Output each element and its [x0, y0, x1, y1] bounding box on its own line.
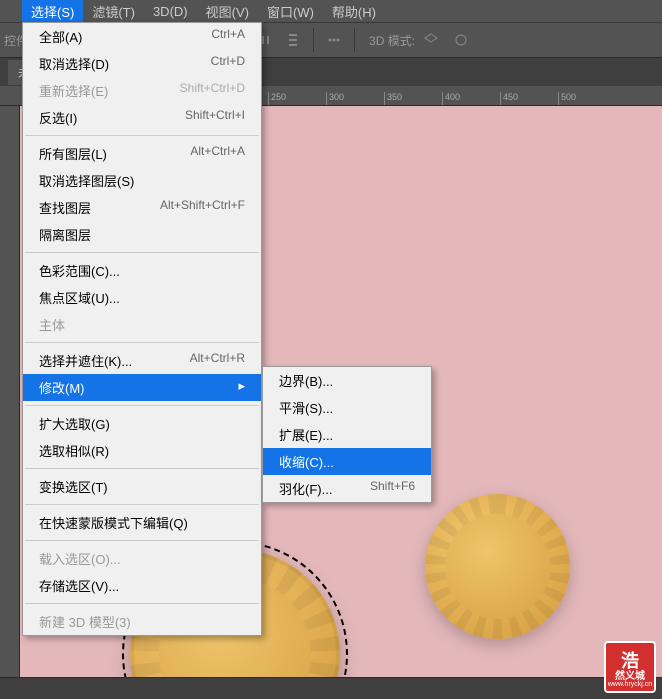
- cookie-small: [425, 494, 570, 639]
- menu-isolate-layers[interactable]: 隔离图层: [23, 221, 261, 248]
- menu-deselect[interactable]: 取消选择(D)Ctrl+D: [23, 50, 261, 77]
- 3d-mode-2-icon[interactable]: [447, 28, 475, 52]
- menu-focus-area[interactable]: 焦点区域(U)...: [23, 284, 261, 311]
- ruler-tick: 450: [500, 92, 518, 106]
- menu-subject: 主体: [23, 311, 261, 338]
- menu-select-mask[interactable]: 选择并遮住(K)...Alt+Ctrl+R: [23, 347, 261, 374]
- ruler-tick: 500: [558, 92, 576, 106]
- menu-reselect: 重新选择(E)Shift+Ctrl+D: [23, 77, 261, 104]
- submenu-contract[interactable]: 收缩(C)...: [263, 448, 431, 475]
- menu-modify[interactable]: 修改(M)▸: [23, 374, 261, 401]
- menu-3d[interactable]: 3D(D): [144, 1, 197, 22]
- ruler-tick: 250: [268, 92, 286, 106]
- menu-quick-mask[interactable]: 在快速蒙版模式下编辑(Q): [23, 509, 261, 536]
- menu-window[interactable]: 窗口(W): [258, 0, 323, 24]
- select-menu-dropdown: 全部(A)Ctrl+A 取消选择(D)Ctrl+D 重新选择(E)Shift+C…: [22, 22, 262, 636]
- submenu-arrow-icon: ▸: [238, 378, 245, 397]
- menubar: 选择(S) 滤镜(T) 3D(D) 视图(V) 窗口(W) 帮助(H): [0, 0, 662, 22]
- menu-inverse[interactable]: 反选(I)Shift+Ctrl+I: [23, 104, 261, 131]
- submenu-expand[interactable]: 扩展(E)...: [263, 421, 431, 448]
- submenu-smooth[interactable]: 平滑(S)...: [263, 394, 431, 421]
- modify-submenu: 边界(B)... 平滑(S)... 扩展(E)... 收缩(C)... 羽化(F…: [262, 366, 432, 503]
- menu-similar[interactable]: 选取相似(R): [23, 437, 261, 464]
- menu-all[interactable]: 全部(A)Ctrl+A: [23, 23, 261, 50]
- distribute-v-icon[interactable]: [279, 28, 307, 52]
- submenu-feather[interactable]: 羽化(F)...Shift+F6: [263, 475, 431, 502]
- ruler-tick: 350: [384, 92, 402, 106]
- submenu-border[interactable]: 边界(B)...: [263, 367, 431, 394]
- ruler-tick: 300: [326, 92, 344, 106]
- menu-load-selection: 载入选区(O)...: [23, 545, 261, 572]
- ruler-vertical: [0, 106, 20, 699]
- menu-view[interactable]: 视图(V): [197, 0, 258, 24]
- menu-find-layers[interactable]: 查找图层Alt+Shift+Ctrl+F: [23, 194, 261, 221]
- menu-filter[interactable]: 滤镜(T): [83, 0, 144, 24]
- menu-grow[interactable]: 扩大选取(G): [23, 410, 261, 437]
- menu-select[interactable]: 选择(S): [22, 0, 83, 24]
- ruler-tick: 400: [442, 92, 460, 106]
- menu-transform-selection[interactable]: 变换选区(T): [23, 473, 261, 500]
- menu-color-range[interactable]: 色彩范围(C)...: [23, 257, 261, 284]
- menu-deselect-layers[interactable]: 取消选择图层(S): [23, 167, 261, 194]
- menu-help[interactable]: 帮助(H): [323, 0, 385, 24]
- watermark-logo: 浩 然义城 www.hryckj.cn: [604, 641, 656, 693]
- 3d-mode-1-icon[interactable]: [417, 28, 445, 52]
- menu-new-3d-model: 新建 3D 模型(3): [23, 608, 261, 635]
- more-options-icon[interactable]: [320, 28, 348, 52]
- statusbar: [0, 677, 662, 699]
- menu-save-selection[interactable]: 存储选区(V)...: [23, 572, 261, 599]
- mode-label: 3D 模式:: [369, 32, 415, 49]
- menu-all-layers[interactable]: 所有图层(L)Alt+Ctrl+A: [23, 140, 261, 167]
